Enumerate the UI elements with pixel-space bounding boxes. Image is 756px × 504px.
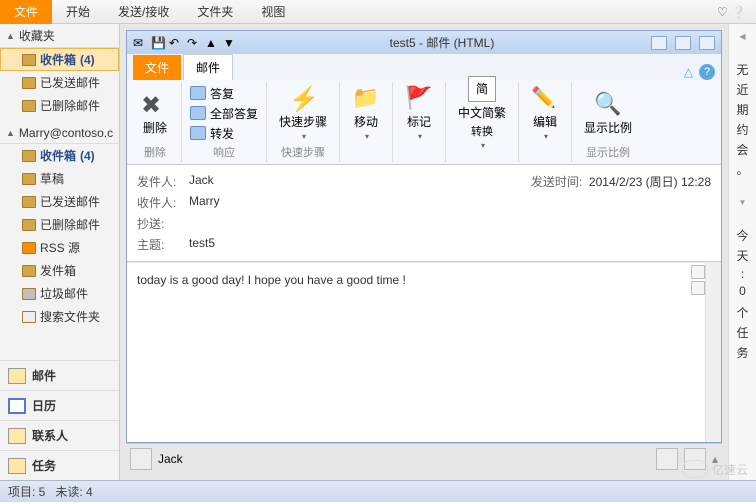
from-value: Jack: [189, 173, 214, 190]
ribbon-tab-sendreceive[interactable]: 发送/接收: [104, 0, 183, 24]
help-icon[interactable]: ♡ ❔: [717, 5, 746, 19]
convert-button[interactable]: 简中文简繁转换: [454, 74, 510, 152]
delete-button[interactable]: 删除: [137, 89, 173, 138]
msg-tab-file[interactable]: 文件: [133, 55, 181, 80]
forward-button[interactable]: 转发: [190, 125, 258, 142]
qat-prev-icon[interactable]: ▲: [205, 36, 219, 50]
zoom-button[interactable]: 显示比例: [580, 89, 636, 138]
window-title: test5 - 邮件 (HTML): [241, 34, 643, 51]
subject-value: test5: [189, 236, 215, 253]
navbtn-mail[interactable]: 邮件: [0, 360, 119, 390]
status-bar: 项目: 5 未读: 4: [0, 480, 756, 502]
people-pane: Jack ▴: [126, 443, 722, 474]
ribbon-tab-folder[interactable]: 文件夹: [183, 0, 247, 24]
message-header: 发件人: Jack 发送时间: 2014/2/23 (周日) 12:28 收件人…: [127, 165, 721, 262]
fav-sent[interactable]: 已发送邮件: [0, 71, 119, 94]
navbtn-contacts[interactable]: 联系人: [0, 420, 119, 450]
ribbon-tab-view[interactable]: 视图: [247, 0, 299, 24]
favorites-header[interactable]: ▲收藏夹: [0, 24, 119, 48]
body-ctrl-1[interactable]: [691, 265, 705, 279]
todo-bar: ◀ 无近期约会。 ▼ 今天:0 个任务: [728, 24, 756, 480]
tasks-today: 今天:0 个任务: [736, 227, 748, 361]
acct-deleted[interactable]: 已删除邮件: [0, 213, 119, 236]
message-window: ✉ 💾 ↶ ↷ ▲ ▼ test5 - 邮件 (HTML) 文件 邮件 △ ?: [126, 30, 722, 443]
sender-name: Jack: [158, 452, 183, 466]
ribbon-file-tab[interactable]: 文件: [0, 0, 52, 24]
flag-button[interactable]: 标记: [401, 83, 437, 143]
ribbon-collapse-icon[interactable]: △: [684, 65, 693, 79]
edit-button[interactable]: 编辑: [527, 83, 563, 143]
watermark: 亿速云: [682, 460, 748, 478]
to-value: Marry: [189, 194, 220, 211]
account-header[interactable]: ▲Marry@contoso.c: [0, 123, 119, 144]
navbtn-tasks[interactable]: 任务: [0, 450, 119, 480]
sender-avatar[interactable]: [130, 448, 152, 470]
to-label: 收件人:: [137, 194, 189, 211]
sent-value: 2014/2/23 (周日) 12:28: [589, 175, 711, 189]
qat-mail-icon: ✉: [133, 36, 147, 50]
acct-rss[interactable]: RSS 源: [0, 236, 119, 259]
message-body[interactable]: today is a good day! I hope you have a g…: [127, 262, 721, 442]
cc-label: 抄送:: [137, 215, 189, 232]
status-unread: 未读: 4: [55, 483, 92, 500]
from-label: 发件人:: [137, 173, 189, 190]
maximize-button[interactable]: [675, 36, 691, 50]
acct-junk[interactable]: 垃圾邮件: [0, 282, 119, 305]
fav-deleted[interactable]: 已删除邮件: [0, 94, 119, 117]
status-items: 项目: 5: [8, 483, 45, 500]
minimize-button[interactable]: [651, 36, 667, 50]
reply-button[interactable]: 答复: [190, 85, 258, 102]
people-icon-1[interactable]: [656, 448, 678, 470]
acct-sent[interactable]: 已发送邮件: [0, 190, 119, 213]
sent-label: 发送时间:: [531, 175, 582, 189]
acct-search[interactable]: 搜索文件夹: [0, 305, 119, 328]
quicksteps-button[interactable]: 快速步骤: [275, 83, 331, 143]
close-button[interactable]: [699, 36, 715, 50]
qat-undo-icon[interactable]: ↶: [169, 36, 183, 50]
body-ctrl-2[interactable]: [691, 281, 705, 295]
navbtn-calendar[interactable]: 日历: [0, 390, 119, 420]
ribbon-tab-home[interactable]: 开始: [52, 0, 104, 24]
move-button[interactable]: 移动: [348, 83, 384, 143]
msg-tab-mail[interactable]: 邮件: [183, 54, 233, 80]
no-appointments: 无近期约会。: [736, 61, 748, 178]
acct-inbox[interactable]: 收件箱 (4): [0, 144, 119, 167]
todo-collapse-icon[interactable]: ◀: [739, 32, 745, 41]
qat-next-icon[interactable]: ▼: [223, 36, 237, 50]
fav-inbox[interactable]: 收件箱 (4): [0, 48, 119, 71]
acct-drafts[interactable]: 草稿: [0, 167, 119, 190]
reply-all-button[interactable]: 全部答复: [190, 105, 258, 122]
subject-label: 主题:: [137, 236, 189, 253]
ribbon-help-icon[interactable]: ?: [699, 64, 715, 80]
qat-save-icon[interactable]: 💾: [151, 36, 165, 50]
qat-redo-icon[interactable]: ↷: [187, 36, 201, 50]
acct-outbox[interactable]: 发件箱: [0, 259, 119, 282]
nav-pane: ▲收藏夹 收件箱 (4) 已发送邮件 已删除邮件 ▲Marry@contoso.…: [0, 24, 120, 480]
body-scrollbar[interactable]: [705, 263, 721, 442]
